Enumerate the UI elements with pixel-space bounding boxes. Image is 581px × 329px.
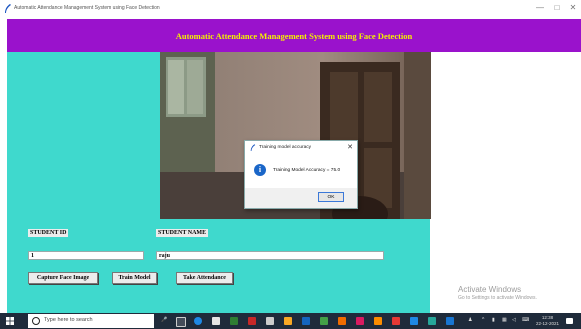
clock-date: 22-12-2021 (536, 320, 560, 326)
app-icon[interactable] (338, 317, 346, 325)
network-icon[interactable]: ▦ (502, 317, 507, 323)
app-icon[interactable] (248, 317, 256, 325)
volume-icon[interactable]: ◁ (512, 317, 516, 323)
info-icon: i (254, 164, 266, 176)
dialog-close-icon[interactable]: ✕ (347, 143, 353, 151)
notifications-icon[interactable] (566, 318, 573, 324)
maximize-button[interactable]: □ (551, 3, 563, 12)
capture-face-button[interactable]: Capture Face Image (28, 272, 98, 284)
dialog-body: i Training Model Accuracy = 75.0 (245, 154, 357, 188)
windows-start-icon[interactable] (6, 317, 14, 325)
app-header: Automatic Attendance Management System u… (7, 19, 581, 52)
people-icon[interactable]: ♟ (468, 317, 472, 323)
app-icon[interactable] (302, 317, 310, 325)
search-icon (32, 317, 40, 325)
task-view-icon[interactable] (176, 317, 186, 327)
student-name-label: STUDENT NAME (156, 229, 209, 237)
app-icon[interactable] (356, 317, 364, 325)
search-placeholder: Type here to search (44, 317, 93, 323)
taskbar-clock[interactable]: 12:38 22-12-2021 (536, 315, 559, 326)
ok-button[interactable]: OK (318, 192, 344, 202)
take-attendance-button[interactable]: Take Attendance (176, 272, 233, 284)
dialog-title: Training model accuracy (259, 145, 312, 150)
right-blank-pane (430, 52, 581, 313)
file-explorer-icon[interactable] (284, 317, 292, 325)
app-icon[interactable] (320, 317, 328, 325)
tray-chevron-icon[interactable]: ^ (482, 317, 484, 323)
watermark-line2: Go to Settings to activate Windows. (458, 295, 537, 301)
app-title: Automatic Attendance Management System u… (175, 31, 413, 41)
window-title: Automatic Attendance Management System u… (14, 5, 160, 11)
accuracy-dialog: Training model accuracy ✕ i Training Mod… (244, 140, 358, 209)
tk-feather-icon (250, 144, 256, 151)
app-icon[interactable] (428, 317, 436, 325)
taskbar-search-box[interactable]: Type here to search (28, 314, 154, 328)
train-model-button[interactable]: Train Model (112, 272, 157, 284)
close-button[interactable]: ✕ (567, 3, 579, 12)
taskbar: Type here to search 🎤 ♟ ^ ▮ ▦ ◁ ⌨ 12:38 … (0, 313, 581, 329)
store-icon[interactable] (212, 317, 220, 325)
minimize-button[interactable]: — (534, 3, 546, 12)
student-name-input[interactable]: raju (156, 251, 384, 260)
app-icon[interactable] (392, 317, 400, 325)
app-icon[interactable] (266, 317, 274, 325)
app-icon[interactable] (446, 317, 454, 325)
dialog-footer: OK (245, 188, 357, 208)
dialog-message: Training Model Accuracy = 75.0 (273, 168, 341, 173)
mic-icon[interactable]: 🎤 (161, 317, 167, 323)
window-titlebar[interactable]: Automatic Attendance Management System u… (0, 0, 581, 19)
student-id-input[interactable]: 1 (28, 251, 144, 260)
app-icon[interactable] (374, 317, 382, 325)
student-id-label: STUDENT ID (28, 229, 69, 237)
edge-icon[interactable] (194, 317, 202, 325)
tk-feather-icon (5, 4, 11, 13)
app-icon[interactable] (230, 317, 238, 325)
activate-windows-watermark: Activate Windows Go to Settings to activ… (458, 285, 537, 301)
battery-icon[interactable]: ▮ (492, 317, 495, 323)
watermark-line1: Activate Windows (458, 285, 522, 294)
app-icon[interactable] (410, 317, 418, 325)
language-icon[interactable]: ⌨ (522, 317, 529, 323)
